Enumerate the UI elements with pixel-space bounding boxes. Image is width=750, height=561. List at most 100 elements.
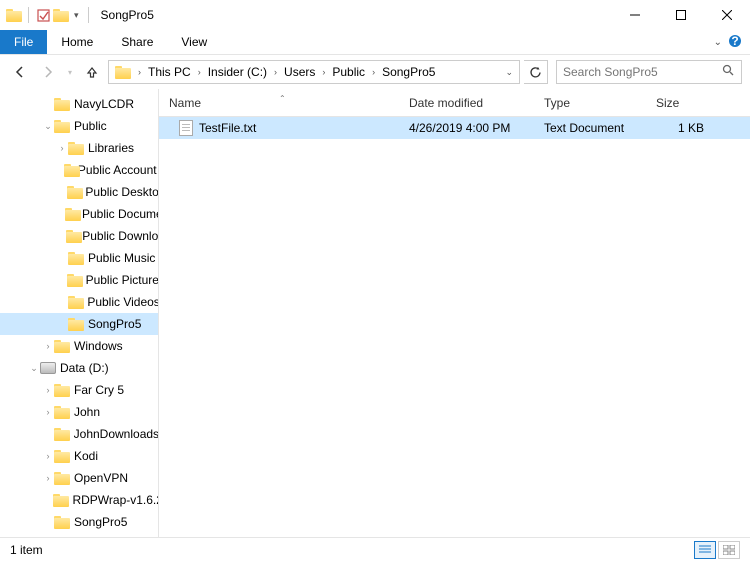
file-row[interactable]: TestFile.txt4/26/2019 4:00 PMText Docume…: [159, 117, 750, 139]
tree-item-label: OpenVPN: [74, 471, 128, 485]
expand-icon[interactable]: ›: [56, 143, 68, 153]
details-view-button[interactable]: [694, 541, 716, 559]
col-header-name[interactable]: Name⌃: [159, 96, 399, 110]
collapse-icon[interactable]: ⌄: [28, 363, 40, 374]
folder-tree[interactable]: NavyLCDR ⌄Public › Libraries Public Account …: [0, 89, 159, 537]
svg-text:?: ?: [731, 34, 738, 48]
expand-icon[interactable]: ›: [42, 407, 54, 417]
tree-item[interactable]: RDPWrap-v1.6.2: [0, 489, 158, 511]
tree-item-label: Public Videos: [87, 295, 158, 309]
tree-item-label: Windows: [74, 339, 123, 353]
app-folder-icon: [6, 9, 22, 22]
tab-view[interactable]: View: [167, 30, 221, 54]
tree-item[interactable]: › Windows: [0, 335, 158, 357]
col-header-size[interactable]: Size: [646, 96, 716, 110]
tree-item[interactable]: Public Desktop: [0, 181, 158, 203]
qat-properties-icon[interactable]: [35, 9, 51, 22]
recent-dropdown[interactable]: ▾: [64, 60, 76, 84]
folder-icon: [67, 186, 82, 199]
tab-home[interactable]: Home: [47, 30, 107, 54]
tree-item[interactable]: Public Account Pictures: [0, 159, 158, 181]
tree-item[interactable]: › Libraries: [0, 137, 158, 159]
expand-icon[interactable]: ›: [42, 341, 54, 351]
tree-item[interactable]: JohnDownloads: [0, 423, 158, 445]
tree-item[interactable]: Public Pictures: [0, 269, 158, 291]
qat-dropdown-icon[interactable]: ▾: [71, 10, 82, 21]
tree-item-label: RDPWrap-v1.6.2: [72, 493, 158, 507]
tree-item[interactable]: ›Kodi: [0, 445, 158, 467]
breadcrumb-item[interactable]: This PC: [144, 65, 195, 79]
folder-icon: [68, 252, 84, 265]
chevron-right-icon[interactable]: ›: [271, 67, 280, 77]
forward-button[interactable]: [36, 60, 60, 84]
tree-item-label: John: [74, 405, 100, 419]
chevron-right-icon[interactable]: ›: [319, 67, 328, 77]
tab-file[interactable]: File: [0, 30, 47, 54]
tab-share[interactable]: Share: [107, 30, 167, 54]
search-icon[interactable]: [722, 64, 735, 80]
folder-icon: [54, 450, 70, 463]
tree-item-label: JohnDownloads: [74, 427, 158, 441]
tree-item-label: NavyLCDR: [74, 97, 134, 111]
tree-item[interactable]: Public Videos: [0, 291, 158, 313]
status-item-count: 1 item: [10, 543, 43, 557]
folder-icon: [65, 208, 78, 221]
address-dropdown-icon[interactable]: ⌄: [501, 67, 517, 78]
tree-item[interactable]: › OpenVPN: [0, 467, 158, 489]
sort-indicator-icon: ⌃: [279, 94, 286, 103]
drive-icon: [40, 362, 56, 374]
tree-item[interactable]: ⌄Public: [0, 115, 158, 137]
tree-item[interactable]: Public Downloads: [0, 225, 158, 247]
chevron-right-icon[interactable]: ›: [135, 67, 144, 77]
file-type: Text Document: [534, 121, 646, 135]
ribbon-expand-icon[interactable]: ⌄: [714, 37, 722, 48]
address-bar[interactable]: › This PC › Insider (C:) › Users › Publi…: [108, 60, 520, 84]
col-header-date[interactable]: Date modified: [399, 96, 534, 110]
maximize-button[interactable]: [658, 0, 704, 30]
tree-item[interactable]: › Far Cry 5: [0, 379, 158, 401]
window-title: SongPro5: [101, 8, 154, 22]
file-list-pane: Name⌃ Date modified Type Size TestFile.t…: [159, 89, 750, 537]
folder-icon: [68, 296, 84, 309]
tree-item-label: Libraries: [88, 141, 134, 155]
breadcrumb-item[interactable]: Public: [328, 65, 369, 79]
qat-newfolder-icon[interactable]: [53, 9, 69, 22]
search-box[interactable]: [556, 60, 742, 84]
search-input[interactable]: [563, 65, 722, 79]
icons-view-button[interactable]: [718, 541, 740, 559]
tree-item-label: Public Pictures: [86, 273, 158, 287]
breadcrumb-item[interactable]: Insider (C:): [204, 65, 271, 79]
folder-icon: [54, 516, 70, 529]
tree-item[interactable]: SongPro5: [0, 313, 158, 335]
tree-item[interactable]: Public Documents: [0, 203, 158, 225]
expand-icon[interactable]: ›: [42, 451, 54, 461]
expand-icon[interactable]: ›: [42, 385, 54, 395]
chevron-right-icon[interactable]: ›: [195, 67, 204, 77]
tree-item[interactable]: NavyLCDR: [0, 93, 158, 115]
tree-item[interactable]: › John: [0, 401, 158, 423]
back-button[interactable]: [8, 60, 32, 84]
folder-icon: [53, 494, 68, 507]
folder-icon: [54, 472, 70, 485]
expand-icon[interactable]: ›: [42, 473, 54, 483]
address-folder-icon: [115, 66, 131, 79]
refresh-button[interactable]: [524, 60, 548, 84]
tree-item[interactable]: ⌄Data (D:): [0, 357, 158, 379]
close-button[interactable]: [704, 0, 750, 30]
chevron-right-icon[interactable]: ›: [369, 67, 378, 77]
tree-item[interactable]: SongPro5: [0, 511, 158, 533]
folder-icon: [54, 340, 70, 353]
tree-item[interactable]: Public Music: [0, 247, 158, 269]
minimize-button[interactable]: [612, 0, 658, 30]
col-header-type[interactable]: Type: [534, 96, 646, 110]
help-icon[interactable]: ?: [728, 34, 742, 51]
breadcrumb-item[interactable]: SongPro5: [378, 65, 439, 79]
folder-icon: [54, 384, 70, 397]
tree-item-label: Far Cry 5: [74, 383, 124, 397]
qat-separator: [28, 7, 29, 23]
tree-item-label: Public Music: [88, 251, 155, 265]
up-button[interactable]: [80, 60, 104, 84]
qat-separator-2: [88, 7, 89, 23]
breadcrumb-item[interactable]: Users: [280, 65, 319, 79]
collapse-icon[interactable]: ⌄: [42, 121, 54, 132]
